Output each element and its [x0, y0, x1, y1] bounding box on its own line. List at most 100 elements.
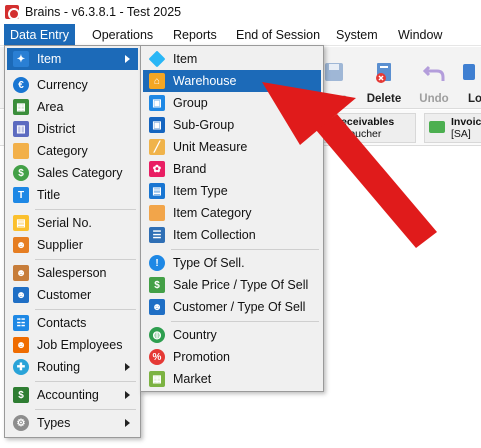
- menu-item-area[interactable]: ▦ Area: [7, 96, 138, 118]
- money-bag-icon: $: [13, 165, 29, 181]
- title-icon: T: [13, 187, 29, 203]
- menu-item-salesperson[interactable]: ☻ Salesperson: [7, 262, 138, 284]
- group-icon: ▣: [149, 95, 165, 111]
- menu-reports[interactable]: Reports: [167, 24, 223, 46]
- folder-icon: [149, 205, 165, 221]
- dollar-icon: $: [149, 277, 165, 293]
- contacts-icon: ☷: [13, 315, 29, 331]
- currency-icon: €: [13, 77, 29, 93]
- submenu-item-label: Item Category: [173, 206, 252, 220]
- menu-system[interactable]: System: [330, 24, 384, 46]
- customer-icon: ☻: [13, 287, 29, 303]
- menu-item-customer[interactable]: ☻ Customer: [7, 284, 138, 306]
- menu-separator: [35, 309, 136, 310]
- item-submenu: Item ⌂ Warehouse ▣ Group ▣ Sub-Group ╱ U…: [140, 45, 324, 392]
- invoice-card[interactable]: Invoice [SA] C: [424, 113, 481, 143]
- menu-item-label: Routing: [37, 360, 81, 374]
- menu-item-label: Area: [37, 100, 64, 114]
- menu-item-types[interactable]: ⚙ Types: [7, 412, 138, 434]
- menu-end-of-session[interactable]: End of Session: [230, 24, 326, 46]
- data-entry-menu: ✦ Item € Currency ▦ Area ▥ District Cate…: [4, 45, 141, 438]
- submenu-item-label: Item Collection: [173, 228, 256, 242]
- menu-item-serial-no[interactable]: ▤ Serial No.: [7, 212, 138, 234]
- market-icon: ▦: [149, 371, 165, 387]
- undo-icon: [423, 65, 445, 81]
- menu-item-district[interactable]: ▥ District: [7, 118, 138, 140]
- submenu-item-label: Type Of Sell.: [173, 256, 245, 270]
- warehouse-icon: ⌂: [149, 73, 165, 89]
- menu-item-job-employees[interactable]: ☻ Job Employees: [7, 334, 138, 356]
- menu-operations[interactable]: Operations: [86, 24, 159, 46]
- submenu-separator: [171, 249, 319, 250]
- submenu-item-sale-price-type-of-sell[interactable]: $ Sale Price / Type Of Sell: [143, 274, 321, 296]
- menu-item-label: Serial No.: [37, 216, 92, 230]
- submenu-item-label: Group: [173, 96, 208, 110]
- submenu-item-warehouse[interactable]: ⌂ Warehouse: [143, 70, 321, 92]
- menu-window[interactable]: Window: [392, 24, 448, 46]
- menu-item-category[interactable]: Category: [7, 140, 138, 162]
- submenu-separator: [171, 321, 319, 322]
- globe-icon: ◍: [149, 327, 165, 343]
- submenu-item-label: Sale Price / Type Of Sell: [173, 278, 309, 292]
- toolbar-partial-button[interactable]: Lo: [448, 47, 481, 109]
- submenu-arrow-icon: [125, 363, 130, 371]
- menu-item-contacts[interactable]: ☷ Contacts: [7, 312, 138, 334]
- submenu-item-unit-measure[interactable]: ╱ Unit Measure: [143, 136, 321, 158]
- submenu-item-brand[interactable]: ✿ Brand: [143, 158, 321, 180]
- menu-item-label: Supplier: [37, 238, 83, 252]
- invoice-icon: [429, 121, 445, 133]
- submenu-arrow-icon: [125, 391, 130, 399]
- menu-item-sales-category[interactable]: $ Sales Category: [7, 162, 138, 184]
- submenu-item-item-collection[interactable]: ☰ Item Collection: [143, 224, 321, 246]
- receivables-label: & Receivables: [323, 116, 395, 128]
- ruler-icon: ╱: [149, 139, 165, 155]
- delete-icon: [376, 63, 391, 83]
- submenu-item-label: Country: [173, 328, 217, 342]
- district-icon: ▥: [13, 121, 29, 137]
- submenu-item-item-category[interactable]: Item Category: [143, 202, 321, 224]
- menu-data-entry[interactable]: Data Entry: [4, 24, 76, 46]
- list-icon: ☰: [149, 227, 165, 243]
- delete-button[interactable]: Delete: [356, 47, 412, 109]
- partial-icon: [463, 64, 475, 80]
- brand-icon: ✿: [149, 161, 165, 177]
- diamond-icon: [148, 50, 166, 68]
- type-of-sell-icon: !: [149, 255, 165, 271]
- menu-item-accounting[interactable]: $ Accounting: [7, 384, 138, 406]
- menu-item-routing[interactable]: ✚ Routing: [7, 356, 138, 378]
- submenu-item-label: Item: [173, 52, 198, 66]
- sub-group-icon: ▣: [149, 117, 165, 133]
- submenu-item-item-type[interactable]: ▤ Item Type: [143, 180, 321, 202]
- window-title: Brains - v6.3.8.1 - Test 2025: [25, 5, 182, 19]
- submenu-item-item[interactable]: Item: [143, 48, 321, 70]
- menu-item-label: Types: [37, 416, 71, 430]
- menu-item-supplier[interactable]: ☻ Supplier: [7, 234, 138, 256]
- menu-item-label: Contacts: [37, 316, 87, 330]
- menu-item-label: Title: [37, 188, 61, 202]
- folder-icon: [13, 143, 29, 159]
- partial-label: Lo: [468, 93, 481, 105]
- submenu-item-market[interactable]: ▦ Market: [143, 368, 321, 390]
- save-icon: [325, 63, 343, 81]
- invoice-label: Invoice: [451, 116, 481, 128]
- submenu-arrow-icon: [125, 55, 130, 63]
- receipt-voucher-card[interactable]: & Receivables eipt Voucher: [318, 113, 416, 143]
- app-logo-icon: [5, 5, 20, 20]
- menu-item-label: District: [37, 122, 76, 136]
- percent-icon: %: [149, 349, 165, 365]
- submenu-item-label: Sub-Group: [173, 118, 235, 132]
- menu-item-currency[interactable]: € Currency: [7, 74, 138, 96]
- menu-item-label: Item: [37, 52, 62, 66]
- menu-item-title[interactable]: T Title: [7, 184, 138, 206]
- submenu-item-country[interactable]: ◍ Country: [143, 324, 321, 346]
- item-type-icon: ▤: [149, 183, 165, 199]
- submenu-item-sub-group[interactable]: ▣ Sub-Group: [143, 114, 321, 136]
- submenu-item-group[interactable]: ▣ Group: [143, 92, 321, 114]
- menu-item-item[interactable]: ✦ Item: [7, 48, 138, 70]
- submenu-item-type-of-sell[interactable]: ! Type Of Sell.: [143, 252, 321, 274]
- submenu-item-promotion[interactable]: % Promotion: [143, 346, 321, 368]
- submenu-item-customer-type-of-sell[interactable]: ☻ Customer / Type Of Sell: [143, 296, 321, 318]
- submenu-item-label: Brand: [173, 162, 207, 176]
- submenu-item-label: Market: [173, 372, 212, 386]
- customer-icon: ☻: [149, 299, 165, 315]
